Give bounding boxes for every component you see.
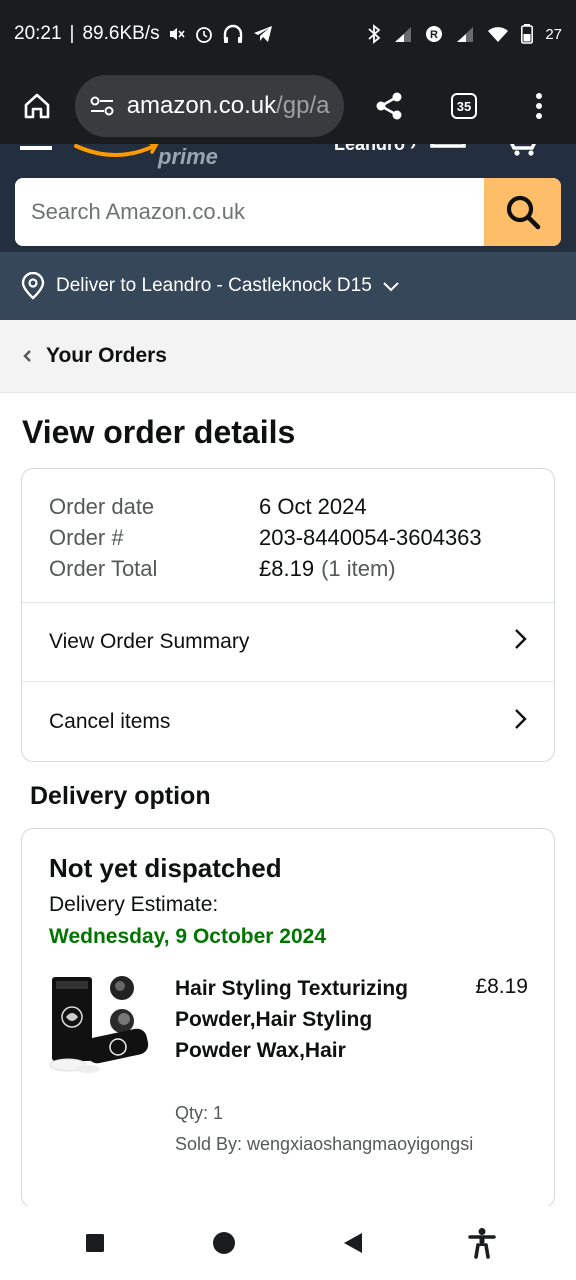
order-number-label: Order # (49, 524, 124, 550)
bluetooth-icon (367, 23, 381, 45)
menu-icon[interactable] (20, 146, 52, 150)
orders-icon[interactable] (430, 144, 470, 163)
delivery-estimate-date: Wednesday, 9 October 2024 (49, 925, 327, 948)
order-total-row: Order Total £8.19 (1 item) (49, 553, 527, 584)
tabs-icon[interactable]: 35 (441, 82, 488, 130)
delivery-estimate-label: Delivery Estimate: (49, 893, 219, 916)
cart-icon[interactable] (508, 144, 542, 165)
back-icon[interactable] (329, 1219, 377, 1267)
chevron-right-icon (513, 707, 527, 737)
product-quantity: Qty: 1 (175, 1103, 224, 1123)
order-info-card: Order date 6 Oct 2024 Order # 203-844005… (21, 468, 555, 762)
signal-icon (455, 25, 475, 43)
mute-icon (168, 25, 186, 43)
order-number-row: Order # 203-8440054-3604363 (49, 522, 527, 553)
view-order-summary-link[interactable]: View Order Summary (22, 603, 554, 682)
delivery-card: Not yet dispatched Delivery Estimate: We… (21, 828, 555, 1208)
chevron-left-icon (22, 349, 32, 363)
tabs-count: 35 (450, 93, 477, 119)
share-icon[interactable] (366, 82, 413, 130)
cancel-items-label: Cancel items (49, 709, 171, 733)
order-total-items: (1 item) (321, 555, 396, 581)
location-pin-icon (20, 272, 46, 300)
amazon-header: prime Leandro › (0, 144, 576, 252)
order-total-label: Order Total (49, 555, 158, 581)
alarm-icon (194, 24, 214, 44)
page-title: View order details (22, 414, 296, 450)
search-button[interactable] (484, 178, 561, 246)
telegram-icon (252, 24, 274, 44)
amazon-logo[interactable] (72, 144, 162, 167)
order-info: Order date 6 Oct 2024 Order # 203-844005… (22, 469, 554, 603)
order-number-value: 203-8440054-3604363 (259, 524, 482, 550)
more-icon[interactable] (515, 82, 562, 130)
shipment-status: Not yet dispatched (49, 853, 282, 883)
network-speed: 89.6KB/s (82, 23, 160, 44)
url-host: amazon.co.uk (126, 92, 277, 119)
chevron-down-icon (382, 280, 400, 292)
order-date-label: Order date (49, 493, 155, 519)
wifi-icon (487, 25, 509, 43)
battery-icon (521, 24, 534, 44)
headphones-icon (222, 23, 244, 45)
url-path: /gp/a (276, 92, 330, 119)
deliver-to-bar[interactable]: Deliver to Leandro - Castleknock D15 (0, 252, 576, 320)
product-image[interactable] (48, 975, 152, 1075)
product-price: £8.19 (475, 975, 528, 998)
chevron-right-icon (513, 627, 527, 657)
svg-text:R: R (430, 29, 438, 41)
accessibility-icon[interactable] (458, 1219, 506, 1267)
deliver-to-label: Deliver to Leandro - Castleknock D15 (56, 275, 372, 296)
order-date-value: 6 Oct 2024 (259, 493, 367, 519)
account-link[interactable]: Leandro › (334, 144, 416, 155)
home-icon[interactable] (14, 82, 61, 130)
system-nav-bar (0, 1206, 576, 1280)
browser-toolbar: amazon.co.uk/gp/a 35 (0, 68, 576, 144)
home-circle-icon[interactable] (200, 1219, 248, 1267)
cancel-items-link[interactable]: Cancel items (22, 682, 554, 761)
address-bar[interactable]: amazon.co.uk/gp/a (74, 75, 344, 137)
view-order-summary-label: View Order Summary (49, 630, 250, 653)
product-title-link[interactable]: Hair Styling Texturizing Powder,Hair Sty… (175, 973, 415, 1066)
recents-icon[interactable] (71, 1219, 119, 1267)
battery-level: 27 (545, 25, 562, 43)
breadcrumb-label: Your Orders (46, 344, 167, 367)
search-input[interactable] (15, 178, 484, 246)
order-date-row: Order date 6 Oct 2024 (49, 491, 527, 522)
delivery-option-heading: Delivery option (30, 782, 211, 810)
header-top-partial: prime Leandro › (0, 144, 576, 174)
search-icon (506, 195, 540, 230)
roaming-icon: R (425, 25, 443, 43)
site-settings-icon[interactable] (89, 95, 115, 117)
order-total-value: £8.19 (259, 555, 315, 581)
search-bar (15, 178, 561, 246)
prime-logo-text: prime (158, 144, 218, 169)
status-bar: 20:21 | 89.6KB/s R 27 (0, 0, 576, 68)
breadcrumb[interactable]: Your Orders (0, 320, 576, 393)
product-seller: Sold By: wengxiaoshangmaoyigongsi (175, 1134, 474, 1154)
status-time: 20:21 (14, 23, 62, 44)
signal-icon (393, 25, 413, 43)
